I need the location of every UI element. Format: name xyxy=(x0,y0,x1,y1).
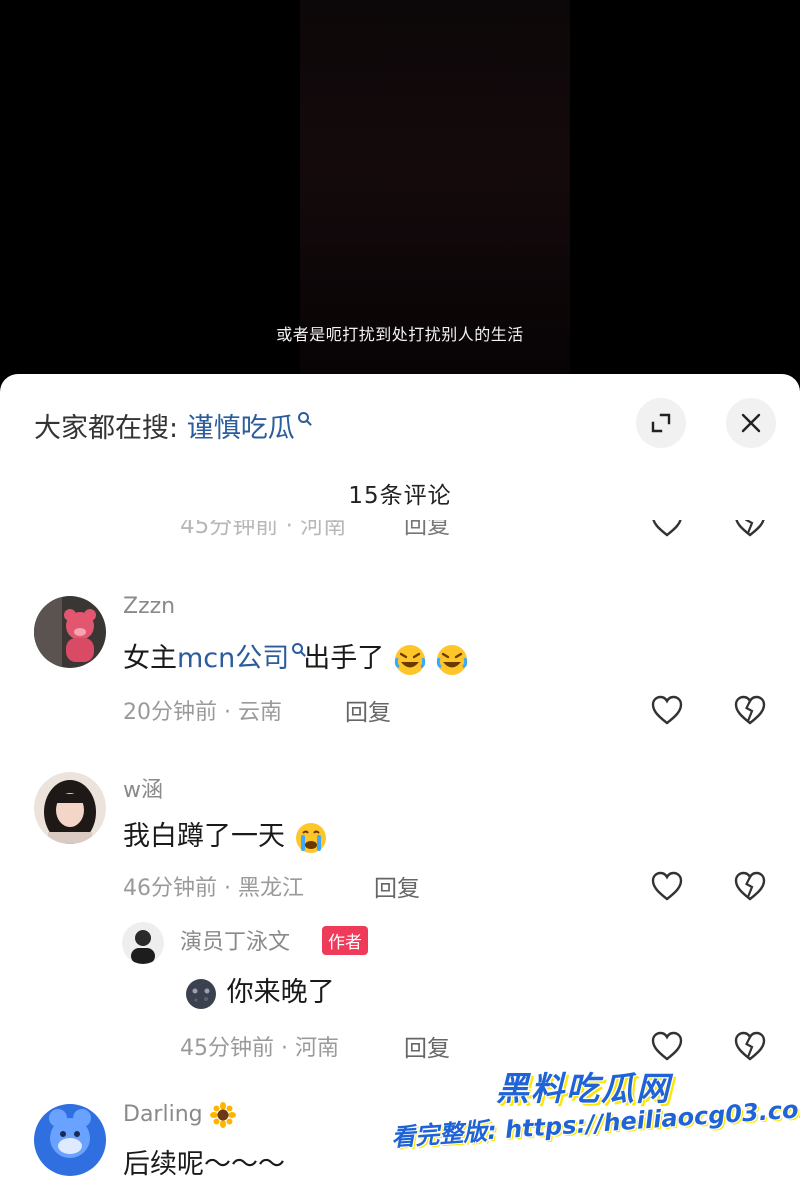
comment-text-part: 我白蹲了一天 xyxy=(123,821,285,852)
comment-search-link[interactable]: mcn公司 xyxy=(177,643,289,674)
comment-meta: 46分钟前 · 黑龙江 xyxy=(123,876,304,901)
heart-icon[interactable] xyxy=(650,694,684,726)
clipped-comment-footer: 45分钟前 · 河南 回复 xyxy=(0,520,800,540)
comment-text-part: 出手了 xyxy=(303,643,385,674)
comment-panel: 大家都在搜: 谨慎吃瓜 15条评论 45分钟前 · 河南 回复 Zzzn 女主m… xyxy=(0,374,800,1200)
author-badge: 作者 xyxy=(322,926,368,955)
broken-heart-icon[interactable] xyxy=(733,694,767,726)
search-prefix: 大家都在搜: xyxy=(34,413,179,444)
search-icon xyxy=(292,643,304,654)
comment-text-part: 女主 xyxy=(123,643,177,674)
dark-face-emoji xyxy=(186,978,216,1009)
comment-item: Zzzn 女主mcn公司 出手了 20分钟前 · 云南 回复 xyxy=(0,594,800,746)
heart-icon[interactable] xyxy=(650,520,684,538)
rolling-laughing-emoji xyxy=(394,644,426,675)
rolling-laughing-emoji xyxy=(437,644,468,675)
close-button[interactable] xyxy=(726,398,776,448)
reply-text: 你来晚了 xyxy=(184,970,335,1011)
expand-button[interactable] xyxy=(636,398,686,448)
reply-button[interactable]: 回复 xyxy=(404,520,450,540)
comment-username-text: Darling xyxy=(123,1102,203,1127)
crying-emoji xyxy=(295,822,326,853)
comment-item: w涵 我白蹲了一天 46分钟前 · 黑龙江 回复 演员丁泳文 作者 你来晚了 4… xyxy=(0,772,800,1072)
reply-button[interactable]: 回复 xyxy=(345,693,391,727)
comment-meta: 20分钟前 · 云南 xyxy=(123,700,282,725)
heart-icon[interactable] xyxy=(650,870,684,902)
reply-meta: 45分钟前 · 河南 xyxy=(180,1036,339,1061)
reply-button[interactable]: 回复 xyxy=(374,869,420,903)
video-player[interactable]: 或者是呃打扰到处打扰别人的生活 xyxy=(0,0,800,380)
search-suggestion[interactable]: 大家都在搜: 谨慎吃瓜 xyxy=(34,406,309,445)
comment-text: 我白蹲了一天 xyxy=(123,814,328,855)
heart-icon[interactable] xyxy=(650,1030,684,1062)
reply-item: 演员丁泳文 作者 你来晚了 45分钟前 · 河南 回复 xyxy=(0,922,800,1072)
close-icon xyxy=(741,413,761,433)
comment-text: 后续呢～～～ xyxy=(123,1149,285,1180)
expand-icon xyxy=(651,413,671,433)
broken-heart-icon[interactable] xyxy=(733,520,767,538)
reply-username[interactable]: 演员丁泳文 xyxy=(180,924,290,956)
avatar[interactable] xyxy=(34,772,106,844)
comment-meta: 45分钟前 · 河南 xyxy=(180,520,347,539)
reply-text-part: 你来晚了 xyxy=(226,977,335,1008)
sunflower-emoji xyxy=(209,1102,236,1128)
broken-heart-icon[interactable] xyxy=(733,1030,767,1062)
comment-username[interactable]: Zzzn xyxy=(123,594,175,619)
avatar[interactable] xyxy=(34,1104,106,1176)
comment-username[interactable]: w涵 xyxy=(123,772,163,804)
reply-button[interactable]: 回复 xyxy=(404,1029,450,1063)
avatar[interactable] xyxy=(34,596,106,668)
avatar[interactable] xyxy=(122,922,164,964)
video-subtitle: 或者是呃打扰到处打扰别人的生活 xyxy=(276,325,524,344)
search-icon xyxy=(297,412,309,423)
comment-text: 女主mcn公司 出手了 xyxy=(123,636,469,677)
search-term-link[interactable]: 谨慎吃瓜 xyxy=(187,413,295,444)
comment-count-title: 15条评论 xyxy=(348,483,452,509)
broken-heart-icon[interactable] xyxy=(733,870,767,902)
comment-username[interactable]: Darling xyxy=(123,1102,236,1128)
